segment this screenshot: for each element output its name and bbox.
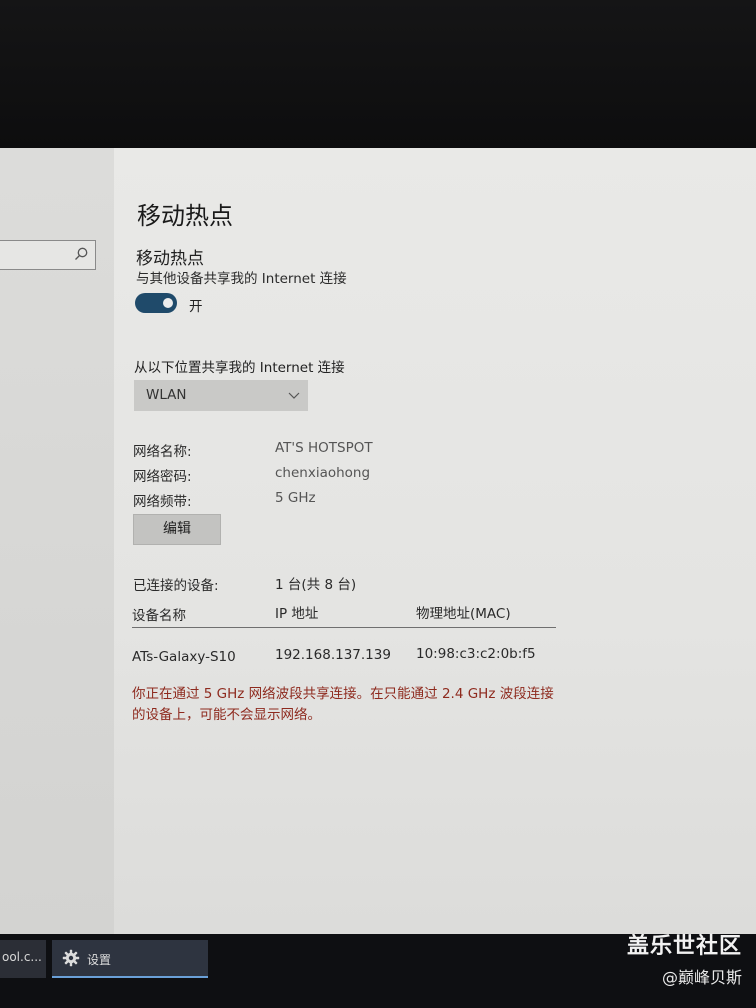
dropdown-selected-value: WLAN <box>146 387 187 403</box>
screen: 移动热点 移动热点 与其他设备共享我的 Internet 连接 开 从以下位置共… <box>0 0 756 1008</box>
share-from-label: 从以下位置共享我的 Internet 连接 <box>134 360 345 376</box>
taskbar-settings-label: 设置 <box>87 953 112 967</box>
band-warning-message: 你正在通过 5 GHz 网络波段共享连接。在只能通过 2.4 GHz 波段连接的… <box>132 686 554 723</box>
network-band-value: 5 GHz <box>275 490 316 506</box>
device-ip-cell: 192.168.137.139 <box>275 647 391 663</box>
hotspot-section-title: 移动热点 <box>136 249 204 269</box>
watermark-author: @巅峰贝斯 <box>661 968 742 987</box>
column-header-ip: IP 地址 <box>275 606 319 622</box>
watermark-community: 盖乐世社区 <box>626 934 742 959</box>
share-from-dropdown[interactable]: WLAN <box>134 380 308 411</box>
edit-button[interactable]: 编辑 <box>133 514 221 545</box>
device-name-cell: ATs-Galaxy-S10 <box>132 649 236 665</box>
search-icon[interactable] <box>73 246 89 262</box>
network-name-label: 网络名称: <box>133 444 192 460</box>
table-header-divider <box>132 627 556 628</box>
network-password-value: chenxiaohong <box>275 465 371 481</box>
hotspot-description: 与其他设备共享我的 Internet 连接 <box>136 271 347 287</box>
page-title: 移动热点 <box>137 202 233 230</box>
search-input[interactable] <box>0 240 96 270</box>
network-band-label: 网络频带: <box>133 494 192 510</box>
toggle-state-label: 开 <box>189 299 203 315</box>
toggle-knob <box>163 298 173 308</box>
taskbar-item-app-label: ool.c... <box>2 950 42 964</box>
column-header-device-name: 设备名称 <box>132 608 186 624</box>
hotspot-toggle[interactable] <box>135 293 177 313</box>
chevron-down-icon <box>288 392 300 399</box>
column-header-mac: 物理地址(MAC) <box>416 606 511 622</box>
monitor-bezel <box>0 0 756 148</box>
gear-icon <box>62 949 80 967</box>
device-mac-cell: 10:98:c3:c2:0b:f5 <box>416 646 536 662</box>
connected-devices-count: 1 台(共 8 台) <box>275 577 357 593</box>
network-password-label: 网络密码: <box>133 469 192 485</box>
connected-devices-label: 已连接的设备: <box>133 578 219 594</box>
network-name-value: AT'S HOTSPOT <box>275 440 373 456</box>
